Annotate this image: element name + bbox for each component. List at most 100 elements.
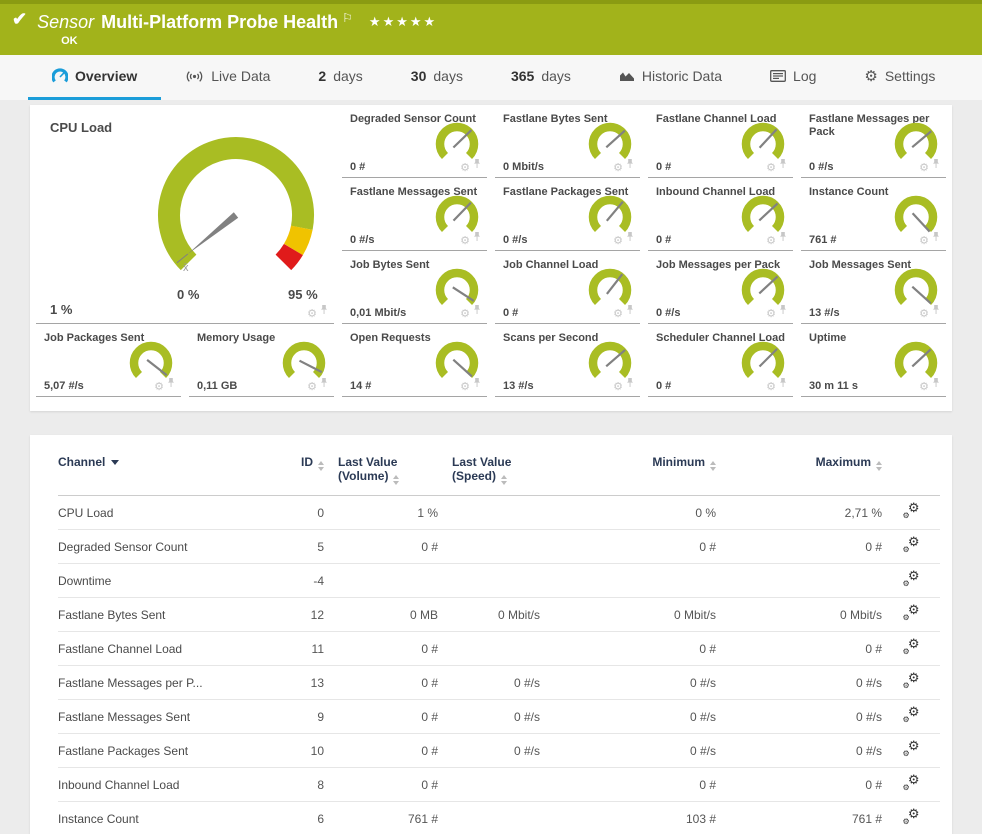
pin-icon[interactable] xyxy=(779,302,787,320)
flag-icon[interactable]: ⚐ xyxy=(342,11,353,25)
last-value-speed xyxy=(438,496,540,530)
tab-bar: OverviewLive Data2days30days365days Histo… xyxy=(0,55,982,100)
pin-icon[interactable] xyxy=(779,375,787,393)
gear-icon[interactable]: ⚙ xyxy=(919,163,929,174)
pin-icon[interactable] xyxy=(779,156,787,174)
channel-settings-gears-icon[interactable]: ⚙⚙ xyxy=(903,776,920,791)
column-header-id[interactable]: ID xyxy=(254,449,324,496)
last-value-speed: 0 #/s xyxy=(438,666,540,700)
prtg-sensor-page: ✔ SensorMulti-Platform Probe Health⚐★★★★… xyxy=(0,0,982,834)
gear-icon[interactable]: ⚙ xyxy=(613,236,623,247)
last-value-volume: 761 # xyxy=(324,802,438,834)
gear-icon[interactable]: ⚙ xyxy=(919,236,929,247)
gear-icon[interactable]: ⚙ xyxy=(460,309,470,320)
column-header-last-value-speed[interactable]: Last Value(Speed) xyxy=(438,449,540,496)
gear-icon[interactable]: ⚙ xyxy=(766,163,776,174)
tab-365-days[interactable]: 365days xyxy=(487,55,595,100)
column-sublabel: (Speed) xyxy=(452,469,496,483)
tab-settings[interactable]: ⚙Settings xyxy=(840,55,959,100)
gear-icon[interactable]: ⚙ xyxy=(766,236,776,247)
tab-live-data[interactable]: Live Data xyxy=(161,55,294,100)
tab-label: Historic Data xyxy=(642,68,722,84)
channel-settings-gears-icon[interactable]: ⚙⚙ xyxy=(903,606,920,621)
sort-icon[interactable] xyxy=(318,461,324,471)
pin-icon[interactable] xyxy=(932,156,940,174)
pin-icon[interactable] xyxy=(320,375,328,393)
gear-icon[interactable]: ⚙ xyxy=(919,309,929,320)
gear-icon[interactable]: ⚙ xyxy=(307,382,317,393)
channel-settings-gears-icon[interactable]: ⚙⚙ xyxy=(903,708,920,723)
channel-settings-gears-icon[interactable]: ⚙⚙ xyxy=(903,674,920,689)
tab-overview[interactable]: Overview xyxy=(28,55,161,100)
last-value-speed xyxy=(438,564,540,598)
gear-icon[interactable]: ⚙ xyxy=(919,382,929,393)
pin-icon[interactable] xyxy=(932,229,940,247)
gear-icon[interactable]: ⚙ xyxy=(460,163,470,174)
channel-id: -4 xyxy=(254,564,324,598)
pin-icon[interactable] xyxy=(779,229,787,247)
pin-icon[interactable] xyxy=(473,156,481,174)
tab-label: days xyxy=(541,68,571,84)
column-header-maximum[interactable]: Maximum xyxy=(716,449,882,496)
gear-icon[interactable]: ⚙ xyxy=(766,309,776,320)
channel-id: 6 xyxy=(254,802,324,834)
channel-settings-gears-icon[interactable]: ⚙⚙ xyxy=(903,742,920,757)
gauge-value: 0 # xyxy=(656,161,671,173)
gear-icon[interactable]: ⚙ xyxy=(460,236,470,247)
channel-settings-gears-icon[interactable]: ⚙⚙ xyxy=(903,572,920,587)
gauge-cell-job-packages-sent: Job Packages Sent5,07 #/s⚙ xyxy=(36,324,181,397)
content-area: CPU Load x̄ 0 % 95 % 1 % ⚙ Degraded Sens… xyxy=(0,100,982,834)
gear-icon[interactable]: ⚙ xyxy=(307,309,317,320)
channel-settings-gears-icon[interactable]: ⚙⚙ xyxy=(903,538,920,553)
sort-icon[interactable] xyxy=(876,461,882,471)
column-header-channel[interactable]: Channel xyxy=(58,449,254,496)
channel-id: 0 xyxy=(254,496,324,530)
tab-historic-data[interactable]: Historic Data xyxy=(595,55,746,100)
pin-icon[interactable] xyxy=(626,156,634,174)
channel-id: 13 xyxy=(254,666,324,700)
priority-stars[interactable]: ★★★★★ xyxy=(369,14,437,29)
maximum-value: 0 # xyxy=(716,632,882,666)
gauge-value: 13 #/s xyxy=(809,307,840,319)
pin-icon[interactable] xyxy=(473,229,481,247)
gauge-value: 0 # xyxy=(503,307,518,319)
tab-30-days[interactable]: 30days xyxy=(387,55,487,100)
pin-icon[interactable] xyxy=(932,375,940,393)
channel-settings-cell: ⚙⚙ xyxy=(882,530,940,564)
last-value-volume: 0 # xyxy=(324,768,438,802)
gear-icon[interactable]: ⚙ xyxy=(766,382,776,393)
sort-icon[interactable] xyxy=(501,475,507,485)
gear-icon[interactable]: ⚙ xyxy=(613,382,623,393)
column-label: Last Value xyxy=(338,455,397,469)
column-label: ID xyxy=(301,455,313,469)
sort-icon[interactable] xyxy=(710,461,716,471)
column-header-last-value-volume[interactable]: Last Value(Volume) xyxy=(324,449,438,496)
table-row-instance-count: Instance Count6761 #103 #761 #⚙⚙ xyxy=(58,802,940,834)
status-ok-check-icon: ✔ xyxy=(12,9,27,55)
channel-settings-gears-icon[interactable]: ⚙⚙ xyxy=(903,504,920,519)
pin-icon[interactable] xyxy=(932,302,940,320)
last-value-volume: 0 # xyxy=(324,734,438,768)
gauge-value: 761 # xyxy=(809,234,837,246)
channel-settings-gears-icon[interactable]: ⚙⚙ xyxy=(903,640,920,655)
pin-icon[interactable] xyxy=(626,375,634,393)
gear-icon[interactable]: ⚙ xyxy=(460,382,470,393)
pin-icon[interactable] xyxy=(626,229,634,247)
pin-icon[interactable] xyxy=(473,302,481,320)
gear-icon[interactable]: ⚙ xyxy=(613,309,623,320)
pin-icon[interactable] xyxy=(167,375,175,393)
pin-icon[interactable] xyxy=(473,375,481,393)
channel-name: CPU Load xyxy=(58,496,254,530)
gear-icon[interactable]: ⚙ xyxy=(613,163,623,174)
last-value-volume: 0 # xyxy=(324,632,438,666)
pin-icon[interactable] xyxy=(626,302,634,320)
channel-settings-gears-icon[interactable]: ⚙⚙ xyxy=(903,810,920,825)
tab-2-days[interactable]: 2days xyxy=(294,55,386,100)
tab-log[interactable]: Log xyxy=(746,55,840,100)
gear-icon[interactable]: ⚙ xyxy=(154,382,164,393)
pin-icon[interactable] xyxy=(320,302,328,320)
column-header-minimum[interactable]: Minimum xyxy=(540,449,716,496)
sort-icon[interactable] xyxy=(393,475,399,485)
chevron-down-icon[interactable] xyxy=(111,460,119,465)
gauge-cell-fastlane-channel-load: Fastlane Channel Load0 #⚙ xyxy=(648,105,793,178)
